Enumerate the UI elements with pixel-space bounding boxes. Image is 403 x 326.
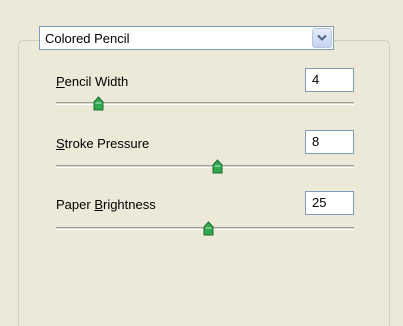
- pencil-width-input[interactable]: 4: [305, 68, 354, 92]
- paper-brightness-slider-thumb[interactable]: [203, 221, 214, 236]
- paper-brightness-label-text: rightness: [102, 197, 156, 212]
- stroke-pressure-label-text: troke Pressure: [64, 136, 150, 151]
- stroke-pressure-mnemonic: S: [56, 136, 65, 151]
- pencil-width-label-text: encil Width: [64, 74, 129, 89]
- pencil-width-mnemonic: P: [56, 74, 65, 89]
- chevron-down-icon[interactable]: [312, 28, 332, 48]
- paper-brightness-label-prefix: Paper: [56, 197, 95, 212]
- stroke-pressure-slider-track[interactable]: [56, 165, 354, 168]
- stroke-pressure-label: Stroke Pressure: [56, 135, 149, 152]
- paper-brightness-input[interactable]: 25: [305, 191, 354, 215]
- pencil-width-label: Pencil Width: [56, 73, 128, 90]
- paper-brightness-mnemonic: B: [94, 197, 103, 212]
- stroke-pressure-input[interactable]: 8: [305, 130, 354, 154]
- filter-select[interactable]: Colored Pencil: [39, 26, 334, 50]
- filter-options-panel: Colored Pencil Pencil Width 4 Stroke Pre…: [0, 0, 403, 326]
- pencil-width-slider-thumb[interactable]: [93, 96, 104, 111]
- filter-select-value: Colored Pencil: [45, 31, 130, 46]
- stroke-pressure-slider-thumb[interactable]: [212, 159, 223, 174]
- paper-brightness-label: Paper Brightness: [56, 196, 156, 213]
